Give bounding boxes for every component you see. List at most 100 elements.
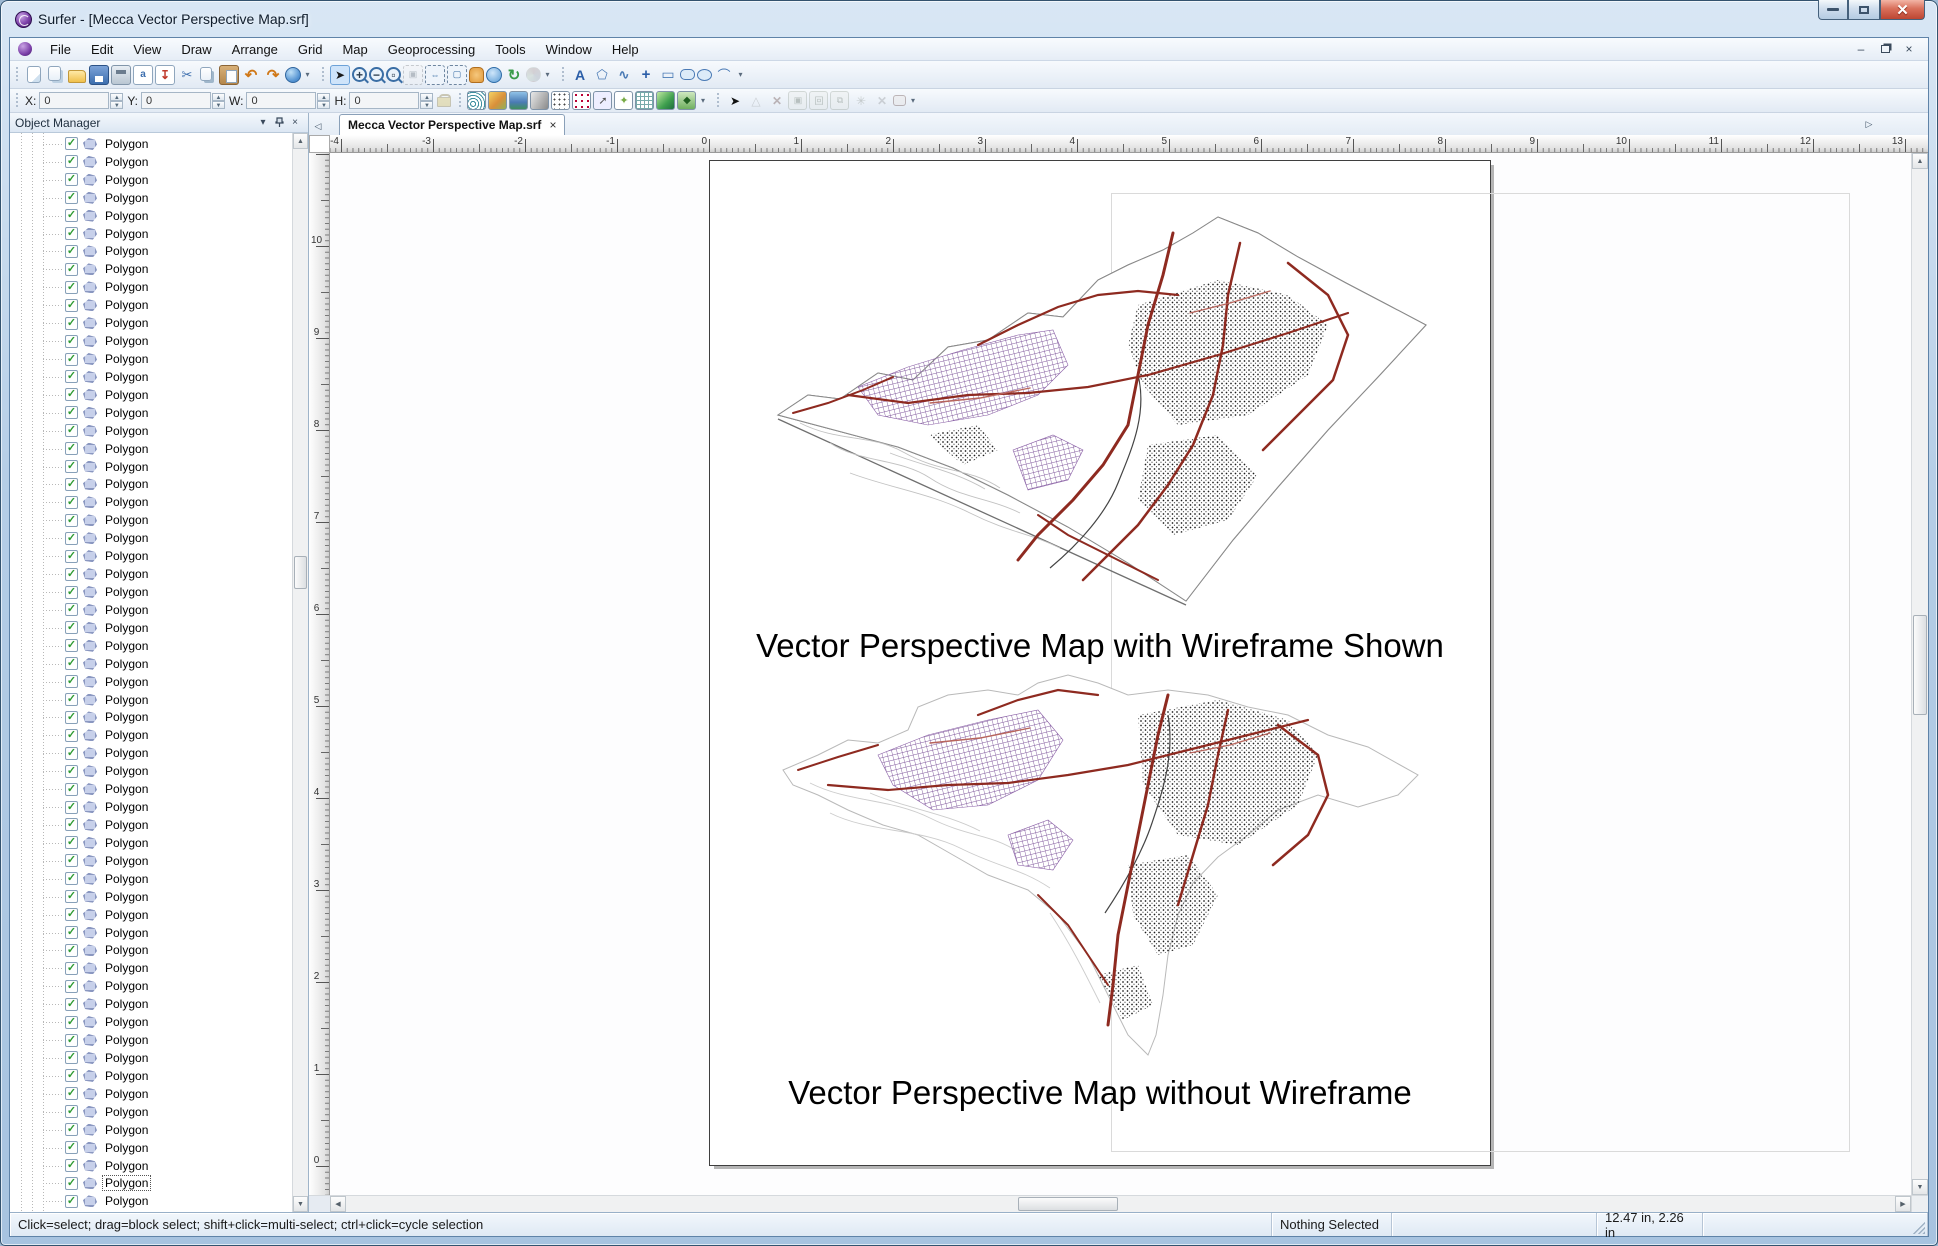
tree-item-polygon[interactable]: ✓ Polygon <box>10 852 292 870</box>
object-label[interactable]: Polygon <box>103 1051 150 1065</box>
visibility-checkbox[interactable]: ✓ <box>65 514 78 527</box>
object-label[interactable]: Polygon <box>103 244 150 258</box>
mdi-restore-icon[interactable] <box>1876 41 1894 57</box>
object-label[interactable]: Polygon <box>103 908 150 922</box>
object-label[interactable]: Polygon <box>103 1159 150 1173</box>
menu-view[interactable]: View <box>123 39 171 60</box>
visibility-checkbox[interactable]: ✓ <box>65 1195 78 1208</box>
tree-item-polygon[interactable]: ✓Polygon <box>10 995 292 1013</box>
stepper-down-icon[interactable]: ▼ <box>110 101 123 109</box>
new-shaded-relief-map-icon[interactable] <box>530 91 549 110</box>
visibility-checkbox[interactable]: ✓ <box>65 711 78 724</box>
object-label[interactable]: Polygon <box>103 693 150 707</box>
tree-item-polygon[interactable]: ✓Polygon <box>10 243 292 261</box>
object-label[interactable]: Polygon <box>103 1141 150 1155</box>
tree-item-polygon[interactable]: ✓Polygon <box>10 924 292 942</box>
tree-item-polygon[interactable]: ✓ Polygon <box>10 709 292 727</box>
online-resources-icon[interactable] <box>285 67 301 83</box>
toolbar-grip[interactable] <box>15 67 20 83</box>
visibility-checkbox[interactable]: ✓ <box>65 998 78 1011</box>
object-label[interactable]: Polygon <box>103 280 150 294</box>
scroll-right-icon[interactable]: ▶ <box>1895 1196 1911 1212</box>
scroll-down-icon[interactable]: ▼ <box>293 1196 308 1212</box>
new-base-map-icon[interactable]: ✦ <box>614 91 633 110</box>
visibility-checkbox[interactable]: ✓ <box>65 980 78 993</box>
break-polyline-icon[interactable]: ✕ <box>872 91 891 110</box>
new-image-map-icon[interactable] <box>509 91 528 110</box>
new-worksheet-icon[interactable] <box>48 66 61 81</box>
visibility-checkbox[interactable]: ✓ <box>65 854 78 867</box>
buffer-icon[interactable]: ✳ <box>851 91 870 110</box>
tree-item-polygon[interactable]: ✓Polygon <box>10 368 292 386</box>
new-post-map-icon[interactable] <box>551 91 570 110</box>
paste-icon[interactable] <box>219 65 239 85</box>
tree-item-polygon[interactable]: ✓Polygon <box>10 691 292 709</box>
tree-item-polygon[interactable]: ✓Polygon <box>10 260 292 278</box>
toolbar-overflow-icon[interactable]: ▾ <box>542 65 553 85</box>
object-label[interactable]: Polygon <box>103 460 150 474</box>
visibility-checkbox[interactable]: ✓ <box>65 388 78 401</box>
new-watershed-icon[interactable]: ◆ <box>677 91 696 110</box>
object-label[interactable]: Polygon <box>103 1176 150 1190</box>
visibility-checkbox[interactable]: ✓ <box>65 406 78 419</box>
visibility-checkbox[interactable]: ✓ <box>65 639 78 652</box>
polygon-difference-icon[interactable]: ⧉ <box>830 91 849 110</box>
menu-help[interactable]: Help <box>602 39 649 60</box>
menu-arrange[interactable]: Arrange <box>222 39 288 60</box>
h-field[interactable] <box>349 92 419 109</box>
stepper-up-icon[interactable]: ▲ <box>420 93 433 101</box>
visibility-checkbox[interactable]: ✓ <box>65 155 78 168</box>
visibility-checkbox[interactable]: ✓ <box>65 281 78 294</box>
save-icon[interactable] <box>89 65 109 85</box>
tree-item-polygon[interactable]: ✓Polygon <box>10 1049 292 1067</box>
object-label[interactable]: Polygon <box>103 388 150 402</box>
tree-item-polygon[interactable]: ✓Polygon <box>10 207 292 225</box>
object-label[interactable]: Polygon <box>103 191 150 205</box>
tree-item-polygon[interactable]: ✓Polygon <box>10 440 292 458</box>
visibility-checkbox[interactable]: ✓ <box>65 496 78 509</box>
visibility-checkbox[interactable]: ✓ <box>65 227 78 240</box>
new-classed-post-map-icon[interactable] <box>572 91 591 110</box>
visibility-checkbox[interactable]: ✓ <box>65 586 78 599</box>
object-label[interactable]: Polygon <box>103 1033 150 1047</box>
zoom-window-icon[interactable]: ▫ <box>386 67 401 82</box>
visibility-checkbox[interactable]: ✓ <box>65 568 78 581</box>
object-label[interactable]: Polygon <box>103 1105 150 1119</box>
tree-item-polygon[interactable]: ✓ Polygon <box>10 511 292 529</box>
tree-item-polygon[interactable]: ✓Polygon <box>10 1139 292 1157</box>
w-field-stepper[interactable]: ▲▼ <box>317 93 330 109</box>
tree-item-polygon[interactable]: ✓Polygon <box>10 476 292 494</box>
y-field-stepper[interactable]: ▲▼ <box>212 93 225 109</box>
visibility-checkbox[interactable]: ✓ <box>65 747 78 760</box>
object-label[interactable]: Polygon <box>103 710 150 724</box>
visibility-checkbox[interactable]: ✓ <box>65 675 78 688</box>
polygon-union-icon[interactable]: ▣ <box>788 91 807 110</box>
wireframe-perspective-map[interactable] <box>778 217 1426 605</box>
visibility-checkbox[interactable]: ✓ <box>65 335 78 348</box>
object-label[interactable]: Polygon <box>103 890 150 904</box>
maximize-button[interactable] <box>1848 0 1880 20</box>
rounded-rect-tool-icon[interactable] <box>680 69 695 80</box>
tree-item-polygon[interactable]: ✓Polygon <box>10 1103 292 1121</box>
object-label[interactable]: Polygon <box>103 513 150 527</box>
tree-item-polygon[interactable]: ✓Polygon <box>10 941 292 959</box>
object-label[interactable]: Polygon <box>103 209 150 223</box>
toolbar-overflow-icon[interactable]: ▾ <box>697 91 708 111</box>
tree-item-polygon[interactable]: ✓Polygon <box>10 816 292 834</box>
object-label[interactable]: Polygon <box>103 442 150 456</box>
toolbar-overflow-icon[interactable]: ▾ <box>907 91 918 111</box>
object-label[interactable]: Polygon <box>103 854 150 868</box>
object-label[interactable]: Polygon <box>103 1194 150 1208</box>
zoom-page-icon[interactable]: ▢ <box>447 65 467 85</box>
tree-item-polygon[interactable]: ✓ Polygon <box>10 153 292 171</box>
visibility-checkbox[interactable]: ✓ <box>65 603 78 616</box>
visibility-checkbox[interactable]: ✓ <box>65 370 78 383</box>
tree-item-polygon[interactable]: ✓Polygon <box>10 1174 292 1192</box>
visibility-checkbox[interactable]: ✓ <box>65 657 78 670</box>
menu-tools[interactable]: Tools <box>485 39 535 60</box>
object-label[interactable]: Polygon <box>103 531 150 545</box>
visibility-checkbox[interactable]: ✓ <box>65 1087 78 1100</box>
object-label[interactable]: Polygon <box>103 155 150 169</box>
visibility-checkbox[interactable]: ✓ <box>65 173 78 186</box>
object-label[interactable]: Polygon <box>103 316 150 330</box>
